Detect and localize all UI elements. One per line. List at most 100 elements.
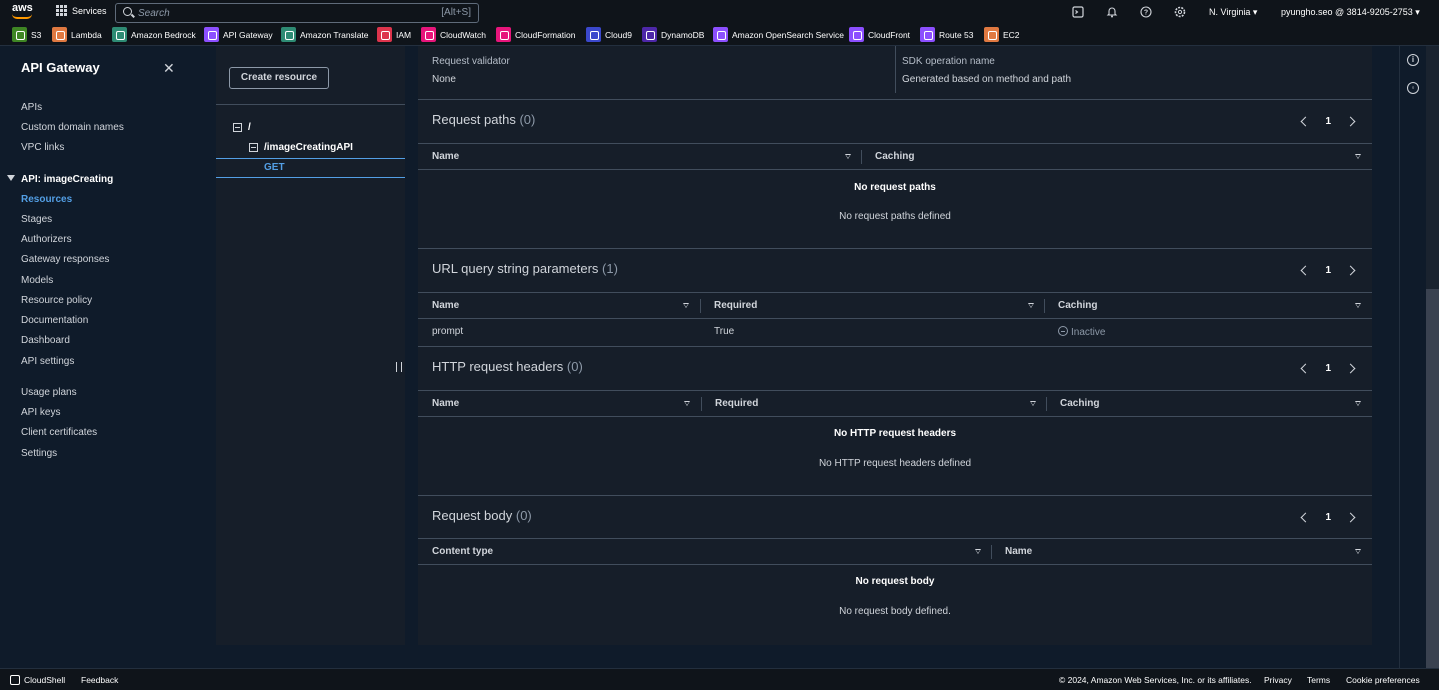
column-separator[interactable] [1046, 397, 1047, 411]
favorite-api-gateway[interactable]: API Gateway [204, 27, 273, 42]
feedback-link[interactable]: Feedback [81, 675, 118, 685]
sidebar-item-gateway-responses[interactable]: Gateway responses [21, 254, 109, 265]
favorite-amazon-bedrock[interactable]: Amazon Bedrock [112, 27, 196, 42]
cookie-preferences-link[interactable]: Cookie preferences [1346, 675, 1420, 685]
column-header-required[interactable]: Required [714, 300, 757, 311]
column-header-content-type[interactable]: Content type [432, 546, 493, 557]
sort-icon[interactable] [1355, 303, 1361, 308]
chevron-left-icon[interactable] [1300, 116, 1311, 127]
chevron-left-icon[interactable] [1300, 363, 1311, 374]
column-separator[interactable] [1044, 299, 1045, 313]
sort-icon[interactable] [683, 303, 689, 308]
sort-icon[interactable] [1355, 549, 1361, 554]
sidebar-item-client-certificates[interactable]: Client certificates [21, 427, 97, 438]
collapse-icon[interactable] [233, 123, 242, 132]
favorite-amazon-translate[interactable]: Amazon Translate [281, 27, 369, 42]
sidebar-item-usage-plans[interactable]: Usage plans [21, 387, 77, 398]
column-header-name[interactable]: Name [1005, 546, 1032, 557]
tree-node-root[interactable]: / [233, 122, 251, 133]
column-separator[interactable] [700, 299, 701, 313]
column-header-caching[interactable]: Caching [1060, 398, 1099, 409]
search-box[interactable]: [Alt+S] [115, 3, 479, 23]
page-scrollbar[interactable] [1426, 46, 1439, 668]
create-resource-button[interactable]: Create resource [229, 67, 329, 89]
region-selector[interactable]: N. Virginia ▾ [1209, 7, 1257, 18]
query-param-name: prompt [432, 326, 464, 337]
page-number[interactable]: 1 [1325, 265, 1331, 276]
services-menu-button[interactable]: Services [56, 5, 107, 16]
request-body-pagination: 1 [1300, 512, 1356, 523]
sort-icon[interactable] [684, 401, 690, 406]
page-number[interactable]: 1 [1325, 512, 1331, 523]
sidebar-api-section[interactable]: API: imageCreating [7, 174, 113, 185]
favorite-dynamodb[interactable]: DynamoDB [642, 27, 704, 42]
sidebar-item-stages[interactable]: Stages [21, 214, 52, 225]
sort-icon[interactable] [975, 549, 981, 554]
help-icon[interactable]: ? [1140, 6, 1152, 18]
sidebar-item-authorizers[interactable]: Authorizers [21, 234, 72, 245]
page-number[interactable]: 1 [1325, 363, 1331, 374]
column-separator[interactable] [701, 397, 702, 411]
column-header-caching[interactable]: Caching [875, 151, 914, 162]
sort-icon[interactable] [1355, 154, 1361, 159]
aws-logo[interactable]: aws [12, 3, 34, 21]
chevron-right-icon[interactable] [1345, 512, 1356, 523]
terms-link[interactable]: Terms [1307, 675, 1330, 685]
sidebar-item-documentation[interactable]: Documentation [21, 315, 88, 326]
favorite-ec2[interactable]: EC2 [984, 27, 1020, 42]
search-input[interactable] [138, 6, 418, 20]
favorite-lambda[interactable]: Lambda [52, 27, 102, 42]
favorite-route-53[interactable]: Route 53 [920, 27, 974, 42]
sidebar-item-api-settings[interactable]: API settings [21, 356, 74, 367]
tree-method-get[interactable]: GET [216, 158, 405, 178]
favorite-cloud9[interactable]: Cloud9 [586, 27, 632, 42]
sidebar-item-resources[interactable]: Resources [21, 194, 72, 205]
tree-node-imagecreatingapi[interactable]: /imageCreatingAPI [249, 142, 353, 153]
cloudshell-link[interactable]: CloudShell [10, 675, 65, 685]
collapse-icon[interactable] [249, 143, 258, 152]
favorite-s3[interactable]: S3 [12, 27, 41, 42]
sidebar-item-vpc-links[interactable]: VPC links [21, 142, 64, 153]
column-header-name[interactable]: Name [432, 300, 459, 311]
chevron-right-icon[interactable] [1345, 363, 1356, 374]
page-number[interactable]: 1 [1325, 116, 1331, 127]
column-header-name[interactable]: Name [432, 151, 459, 162]
column-header-name[interactable]: Name [432, 398, 459, 409]
request-paths-title-text: Request paths [432, 112, 516, 127]
notifications-bell-icon[interactable] [1106, 6, 1118, 18]
sort-icon[interactable] [1028, 303, 1034, 308]
sidebar-item-apis[interactable]: APIs [21, 102, 42, 113]
favorite-amazon-opensearch-service[interactable]: Amazon OpenSearch Service [713, 27, 844, 42]
favorite-iam[interactable]: IAM [377, 27, 411, 42]
column-header-required[interactable]: Required [715, 398, 758, 409]
sidebar-item-custom-domain-names[interactable]: Custom domain names [21, 122, 124, 133]
sidebar-item-models[interactable]: Models [21, 275, 53, 286]
chevron-left-icon[interactable] [1300, 512, 1311, 523]
chevron-right-icon[interactable] [1345, 265, 1356, 276]
right-utility-rail: i ◦ [1399, 46, 1426, 668]
favorite-cloudfront[interactable]: CloudFront [849, 27, 910, 42]
favorite-cloudwatch[interactable]: CloudWatch [421, 27, 486, 42]
column-header-caching[interactable]: Caching [1058, 300, 1097, 311]
close-icon[interactable]: ✕ [163, 60, 175, 77]
info-icon[interactable]: i [1407, 54, 1419, 66]
sidebar-item-dashboard[interactable]: Dashboard [21, 335, 70, 346]
column-separator[interactable] [991, 545, 992, 559]
cloudshell-icon[interactable] [1072, 6, 1084, 18]
panel-resize-handle[interactable] [396, 362, 402, 372]
tutorial-icon[interactable]: ◦ [1407, 82, 1419, 94]
scrollbar-thumb[interactable] [1426, 289, 1439, 668]
column-separator[interactable] [861, 150, 862, 164]
sidebar-item-api-keys[interactable]: API keys [21, 407, 60, 418]
account-menu[interactable]: pyungho.seo @ 3814-9205-2753 ▾ [1281, 7, 1420, 18]
sort-icon[interactable] [1355, 401, 1361, 406]
settings-gear-icon[interactable] [1174, 6, 1186, 18]
sidebar-item-resource-policy[interactable]: Resource policy [21, 295, 92, 306]
sort-icon[interactable] [1030, 401, 1036, 406]
chevron-right-icon[interactable] [1345, 116, 1356, 127]
privacy-link[interactable]: Privacy [1264, 675, 1292, 685]
chevron-left-icon[interactable] [1300, 265, 1311, 276]
favorite-cloudformation[interactable]: CloudFormation [496, 27, 575, 42]
sort-icon[interactable] [845, 154, 851, 159]
sidebar-item-settings[interactable]: Settings [21, 448, 57, 459]
